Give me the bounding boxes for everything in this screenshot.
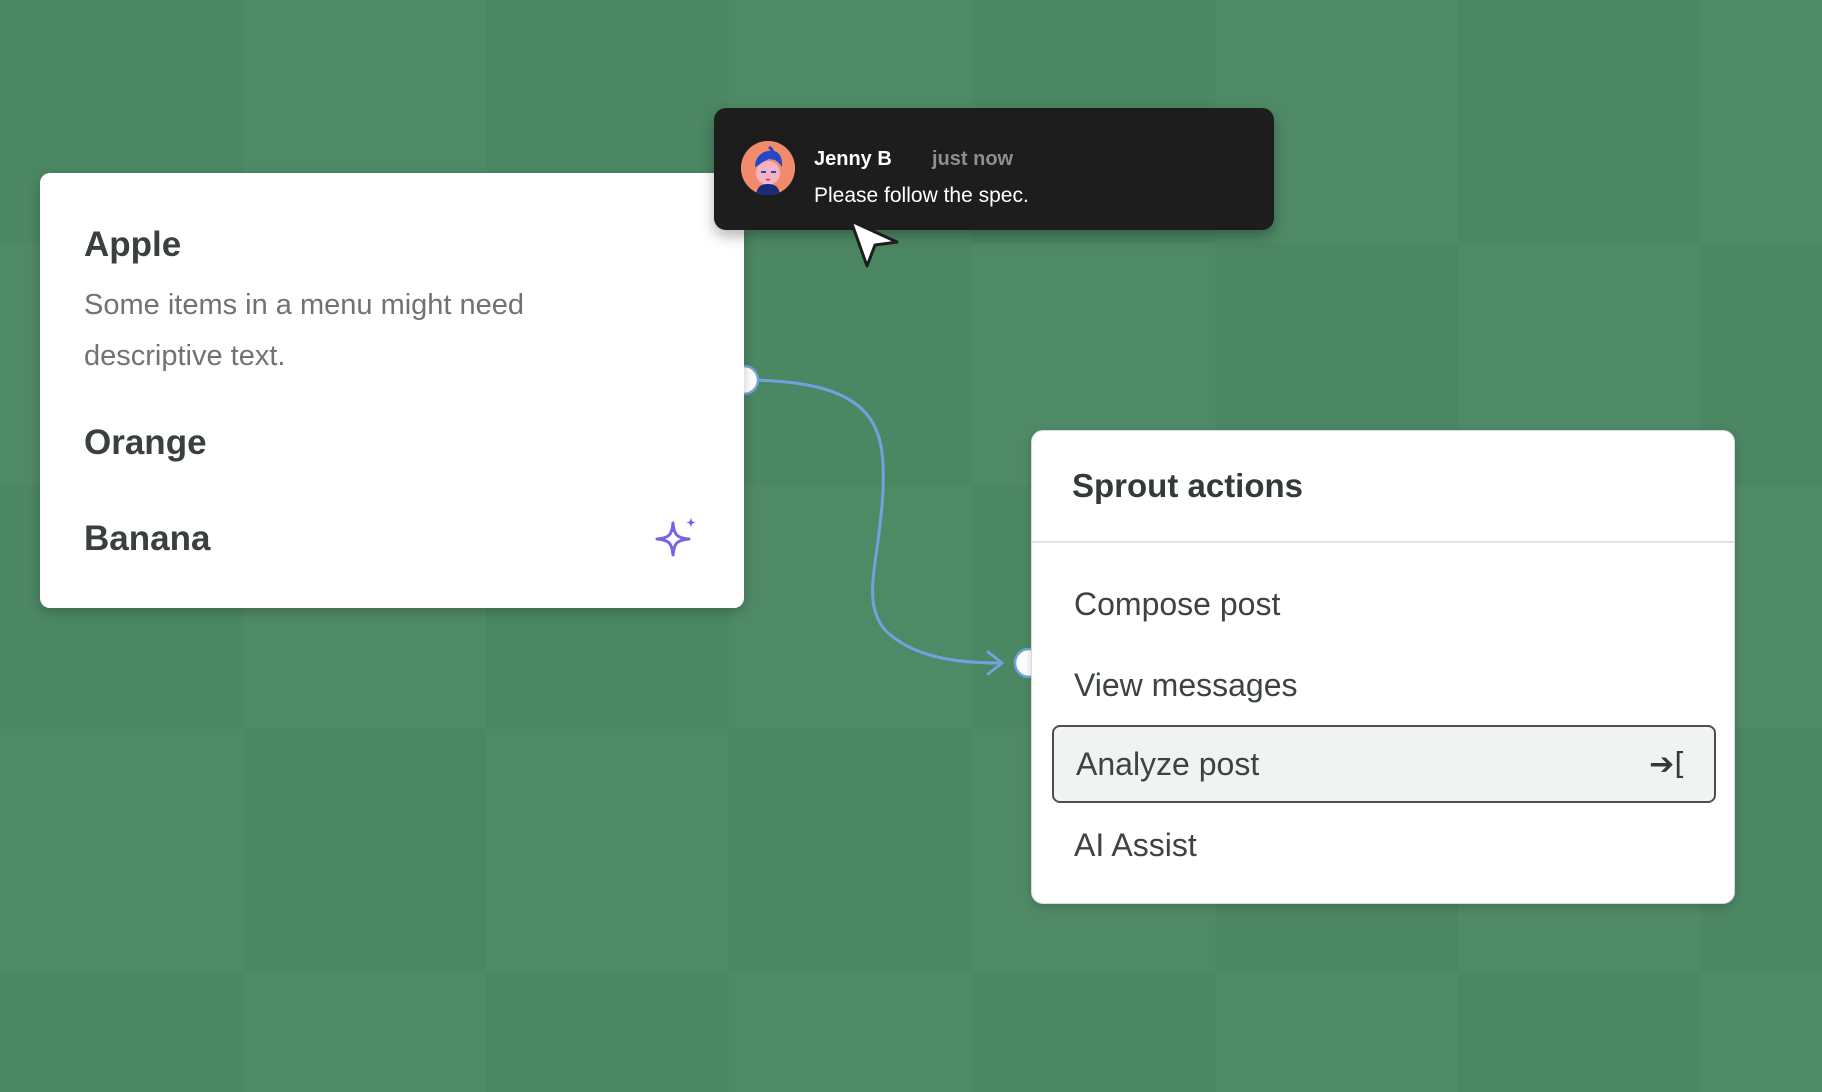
avatar-icon bbox=[741, 141, 795, 195]
menu-item-view-messages[interactable]: View messages bbox=[1052, 646, 1716, 724]
menu-item-label: Compose post bbox=[1074, 585, 1281, 622]
menu-item-label: AI Assist bbox=[1074, 826, 1197, 863]
sparkle-icon[interactable] bbox=[647, 513, 703, 569]
menu-item-analyze-post[interactable]: Analyze post ➔[ bbox=[1052, 725, 1716, 803]
comment-time: just now bbox=[932, 148, 1014, 170]
menu-item-compose-post[interactable]: Compose post bbox=[1052, 565, 1716, 643]
mouse-cursor-icon bbox=[849, 219, 899, 268]
menu-title: Sprout actions bbox=[1072, 467, 1304, 504]
menu-item-apple-description: Some items in a menu might need descript… bbox=[84, 289, 525, 372]
comment-bubble[interactable]: Jenny B just now Please follow the spec. bbox=[714, 108, 1274, 230]
menu-item-ai-assist[interactable]: AI Assist bbox=[1052, 806, 1716, 884]
menu-item-label: View messages bbox=[1074, 666, 1298, 703]
menu-divider bbox=[1032, 541, 1734, 543]
menu-item-apple[interactable]: Apple bbox=[84, 225, 181, 265]
fruit-menu-card: Apple Some items in a menu might need de… bbox=[40, 173, 744, 608]
submenu-shortcut-icon: ➔[ bbox=[1649, 747, 1686, 782]
sprout-actions-menu: Sprout actions Compose post View message… bbox=[1031, 430, 1735, 904]
comment-text: Please follow the spec. bbox=[814, 184, 1029, 207]
comment-author: Jenny B bbox=[814, 148, 892, 170]
menu-item-label: Analyze post bbox=[1076, 745, 1260, 782]
menu-item-banana[interactable]: Banana bbox=[84, 519, 210, 559]
menu-item-orange[interactable]: Orange bbox=[84, 423, 207, 463]
